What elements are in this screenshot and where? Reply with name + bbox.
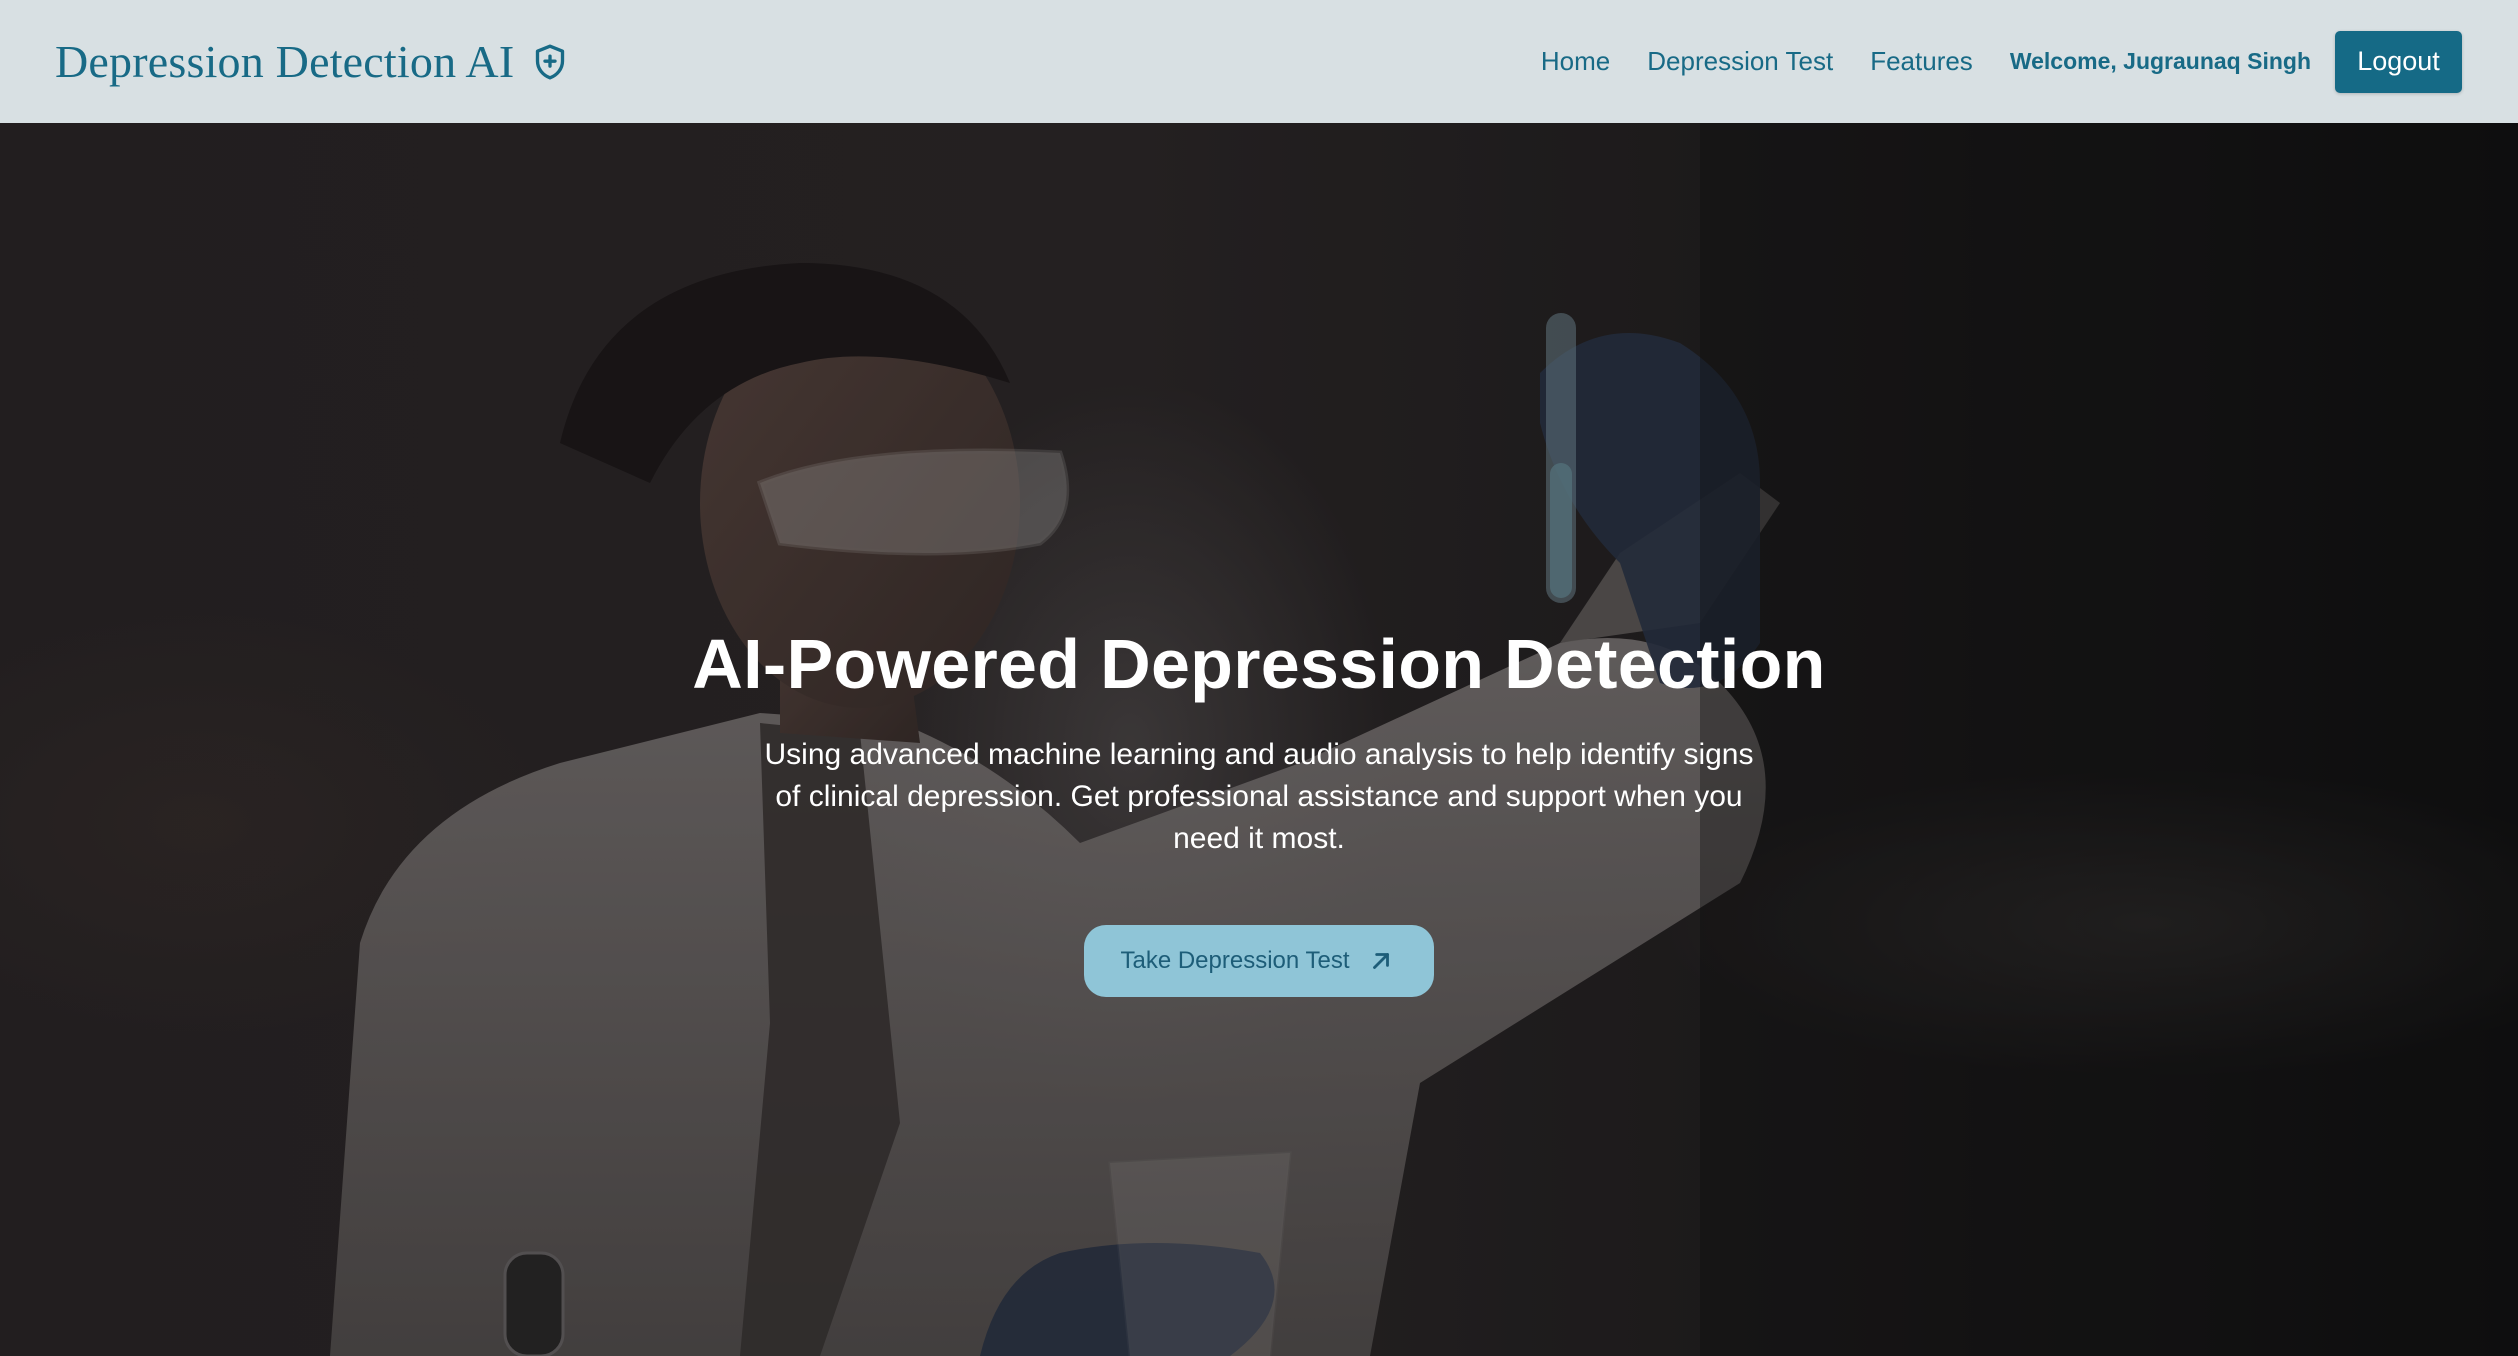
nav-menu: Home Depression Test Features Welcome, J… <box>1541 30 2462 93</box>
hero-title: AI-Powered Depression Detection <box>692 625 1826 703</box>
logout-button[interactable]: Logout <box>2335 30 2462 93</box>
take-depression-test-button[interactable]: Take Depression Test <box>1084 925 1434 997</box>
welcome-message: Welcome, Jugraunaq Singh <box>2009 48 2311 74</box>
cta-label: Take Depression Test <box>1120 947 1350 974</box>
brand[interactable]: Depression Detection AI <box>55 35 570 88</box>
nav-link-home[interactable]: Home <box>1541 46 1610 77</box>
hero-subtitle: Using advanced machine learning and audi… <box>764 738 1754 855</box>
hero-section: AI-Powered Depression Detection Using ad… <box>0 123 2518 1356</box>
hero-content: AI-Powered Depression Detection Using ad… <box>0 123 2518 1356</box>
shield-plus-icon <box>536 44 565 80</box>
nav-link-depression-test[interactable]: Depression Test <box>1647 46 1833 77</box>
brand-title[interactable]: Depression Detection AI <box>55 35 514 88</box>
arrow-up-right-icon <box>1372 953 1389 969</box>
nav-link-features[interactable]: Features <box>1870 46 1973 77</box>
top-navbar: Depression Detection AI Home Depression … <box>0 0 2518 123</box>
